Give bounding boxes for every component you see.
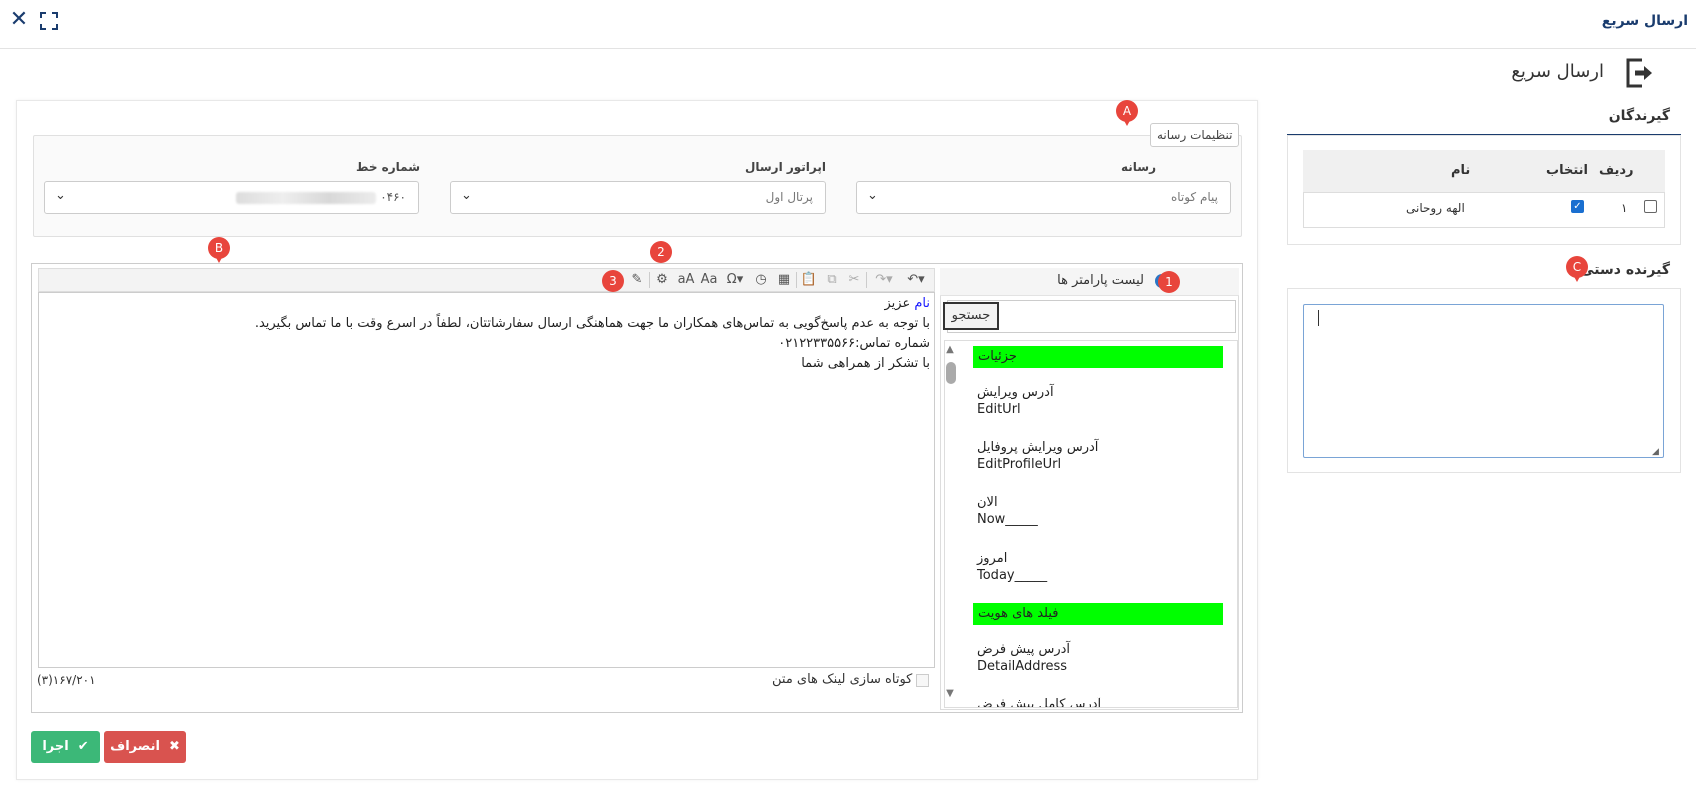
- toolbar-separator: [796, 272, 797, 288]
- marker-c: C: [1566, 256, 1588, 282]
- line-number-label: شماره خط: [355, 160, 420, 174]
- operator-label: اپراتور ارسال: [744, 160, 826, 174]
- close-icon[interactable]: ✕: [8, 9, 30, 31]
- param-item[interactable]: آدرس ویرایش پروفایل EditProfileUrl: [977, 440, 1098, 472]
- param-item[interactable]: آدرس ویرایش EditUrl: [977, 385, 1054, 417]
- media-settings-legend: تنظیمات رسانه: [1150, 123, 1240, 147]
- params-header: لیست پارامتر ها i: [940, 268, 1239, 296]
- paste-icon[interactable]: 📋: [800, 271, 818, 289]
- marker-3: 3: [602, 270, 624, 292]
- copy-icon[interactable]: ⧉: [823, 271, 841, 289]
- toolbar-separator: [649, 272, 650, 288]
- recipients-title: گیرندگان: [1608, 108, 1670, 124]
- editor-line-3: شماره تماس:۰۲۱۲۲۳۳۵۵۶۶: [778, 336, 930, 351]
- marker-b: B: [208, 237, 230, 263]
- params-group-identity: فیلد های هویت: [973, 603, 1223, 625]
- clock-icon[interactable]: ◷: [752, 271, 770, 289]
- window-title: ارسال سریع: [1601, 13, 1688, 29]
- chevron-down-icon: ⌄: [55, 188, 66, 203]
- line-number-value: ۰۴۶۰: [380, 190, 406, 204]
- shorten-links-checkbox[interactable]: [916, 674, 929, 687]
- param-item[interactable]: امروز Today_____: [977, 551, 1047, 583]
- undo-icon[interactable]: ↶▾: [903, 271, 929, 289]
- calendar-icon[interactable]: ▦: [775, 271, 793, 289]
- params-group-details: جزئیات: [973, 346, 1223, 368]
- toolbar-separator: [866, 272, 867, 288]
- col-select: انتخاب: [1546, 163, 1588, 178]
- operator-select-value: پرتال اول: [765, 190, 813, 204]
- manual-recipient-title: گیرنده دستی: [1580, 262, 1670, 278]
- scroll-up-icon[interactable]: ▲: [944, 344, 956, 355]
- col-name[interactable]: نام: [1451, 163, 1470, 178]
- shorten-links-label: کوتاه سازی لینک های متن: [772, 672, 913, 687]
- fullscreen-icon[interactable]: [40, 12, 58, 30]
- settings-icon[interactable]: ⚙: [653, 271, 671, 289]
- param-item[interactable]: آدرس پیش فرض DetailAddress: [977, 642, 1070, 674]
- params-search-button[interactable]: جستجو: [943, 302, 999, 330]
- name-placeholder: نام: [914, 296, 930, 311]
- media-label: رسانه: [1121, 160, 1156, 174]
- marker-a: A: [1116, 100, 1138, 126]
- marker-1: 1: [1158, 271, 1180, 293]
- editor-line-2: با توجه به عدم پاسخ‌گویی به تماس‌های همک…: [254, 316, 930, 331]
- char-counter: (۳)۱۶۷/۲۰۱: [37, 673, 96, 687]
- scroll-down-icon[interactable]: ▼: [944, 688, 956, 699]
- cut-icon[interactable]: ✂: [845, 271, 863, 289]
- chevron-down-icon: ⌄: [867, 188, 878, 203]
- cancel-button[interactable]: ✖ انصراف: [104, 731, 186, 763]
- row-checkbox[interactable]: [1644, 200, 1657, 213]
- param-item[interactable]: آدرس کامل پیش فرض: [977, 697, 1101, 707]
- text-caret: [1318, 310, 1319, 326]
- recipient-name: الهه روحانی: [1406, 201, 1465, 215]
- manual-recipient-textarea[interactable]: [1303, 304, 1664, 458]
- lowercase-icon[interactable]: aA: [675, 271, 697, 289]
- pencil-icon[interactable]: ✎: [628, 271, 646, 289]
- col-row: ردیف: [1599, 163, 1634, 178]
- media-select-value: پیام کوتاه: [1170, 190, 1218, 204]
- resize-handle-icon[interactable]: ◢: [1652, 447, 1659, 457]
- param-item[interactable]: الان Now_____: [977, 495, 1038, 527]
- line-number-select[interactable]: ۰۴۶۰ ⌄: [44, 181, 419, 214]
- editor-line-1: نام عزیز: [884, 296, 931, 311]
- title-bar: ارسال سریع ✕: [0, 0, 1696, 49]
- run-button[interactable]: ✔ اجرا: [31, 731, 100, 763]
- redacted-number: [236, 192, 376, 204]
- params-title: لیست پارامتر ها: [1057, 273, 1144, 288]
- select-checkbox[interactable]: ✓: [1571, 200, 1584, 213]
- media-select[interactable]: پیام کوتاه ⌄: [856, 181, 1231, 214]
- chevron-down-icon: ⌄: [461, 188, 472, 203]
- marker-2: 2: [650, 241, 672, 263]
- send-exit-icon: [1626, 58, 1652, 88]
- x-icon: ✖: [168, 739, 180, 754]
- redo-icon[interactable]: ↷▾: [871, 271, 897, 289]
- special-char-icon[interactable]: Ω▾: [722, 271, 748, 289]
- row-number: ۱: [1621, 201, 1628, 215]
- message-editor[interactable]: نام عزیز با توجه به عدم پاسخ‌گویی به تما…: [38, 292, 935, 668]
- operator-select[interactable]: پرتال اول ⌄: [450, 181, 826, 214]
- editor-line-4: با تشکر از همراهی شما: [801, 356, 930, 371]
- page-title: ارسال سریع: [1511, 61, 1604, 82]
- check-icon: ✔: [77, 739, 89, 754]
- scrollbar-thumb[interactable]: [946, 362, 956, 384]
- text-case-icon[interactable]: Aa: [698, 271, 720, 289]
